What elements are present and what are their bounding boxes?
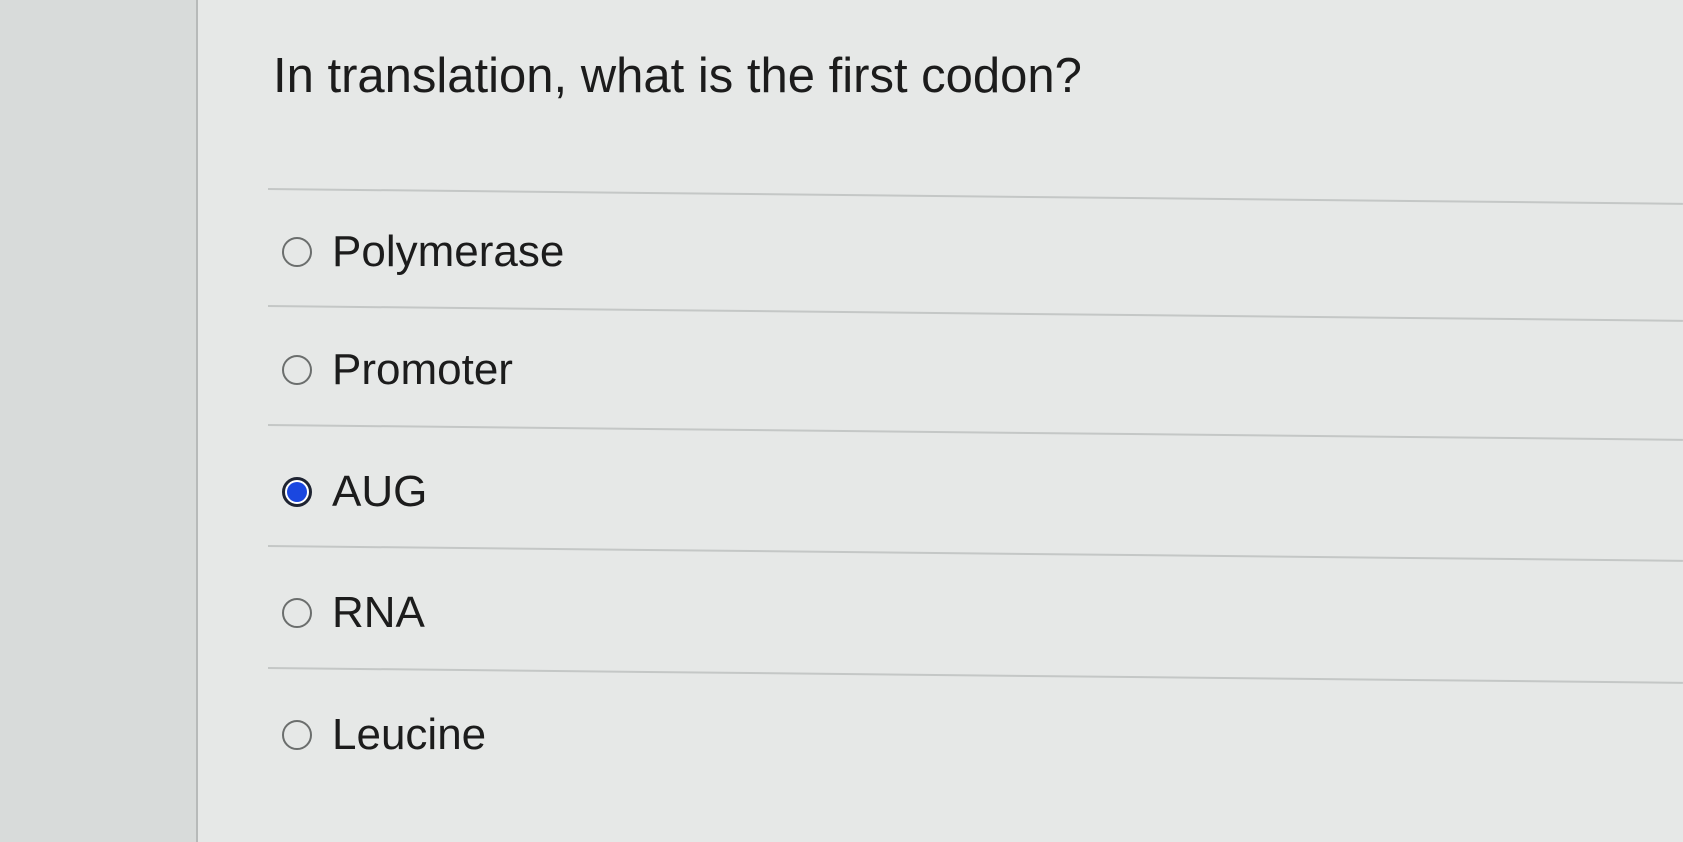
answer-option-leucine[interactable]: Leucine xyxy=(282,705,486,765)
answer-option-rna[interactable]: RNA xyxy=(282,583,425,643)
divider xyxy=(267,545,1683,562)
radio-button-unselected[interactable] xyxy=(282,720,312,750)
divider xyxy=(267,667,1683,684)
divider xyxy=(267,305,1683,322)
radio-selected-dot xyxy=(287,482,307,502)
question-panel: In translation, what is the first codon?… xyxy=(198,0,1683,842)
radio-button-selected[interactable] xyxy=(282,477,312,507)
answer-option-aug[interactable]: AUG xyxy=(282,462,427,522)
answer-option-label: Promoter xyxy=(332,345,513,394)
radio-button-unselected[interactable] xyxy=(282,355,312,385)
answer-option-polymerase[interactable]: Polymerase xyxy=(282,222,564,282)
answer-option-promoter[interactable]: Promoter xyxy=(282,340,513,400)
question-text: In translation, what is the first codon? xyxy=(273,49,1082,103)
answer-option-label: RNA xyxy=(332,588,425,637)
divider xyxy=(267,424,1683,441)
answer-option-label: Polymerase xyxy=(332,227,565,276)
left-gutter xyxy=(0,0,198,842)
answer-option-label: AUG xyxy=(332,467,428,516)
radio-button-unselected[interactable] xyxy=(282,598,312,628)
radio-button-unselected[interactable] xyxy=(282,237,312,267)
divider xyxy=(267,188,1683,205)
answer-option-label: Leucine xyxy=(332,710,487,759)
